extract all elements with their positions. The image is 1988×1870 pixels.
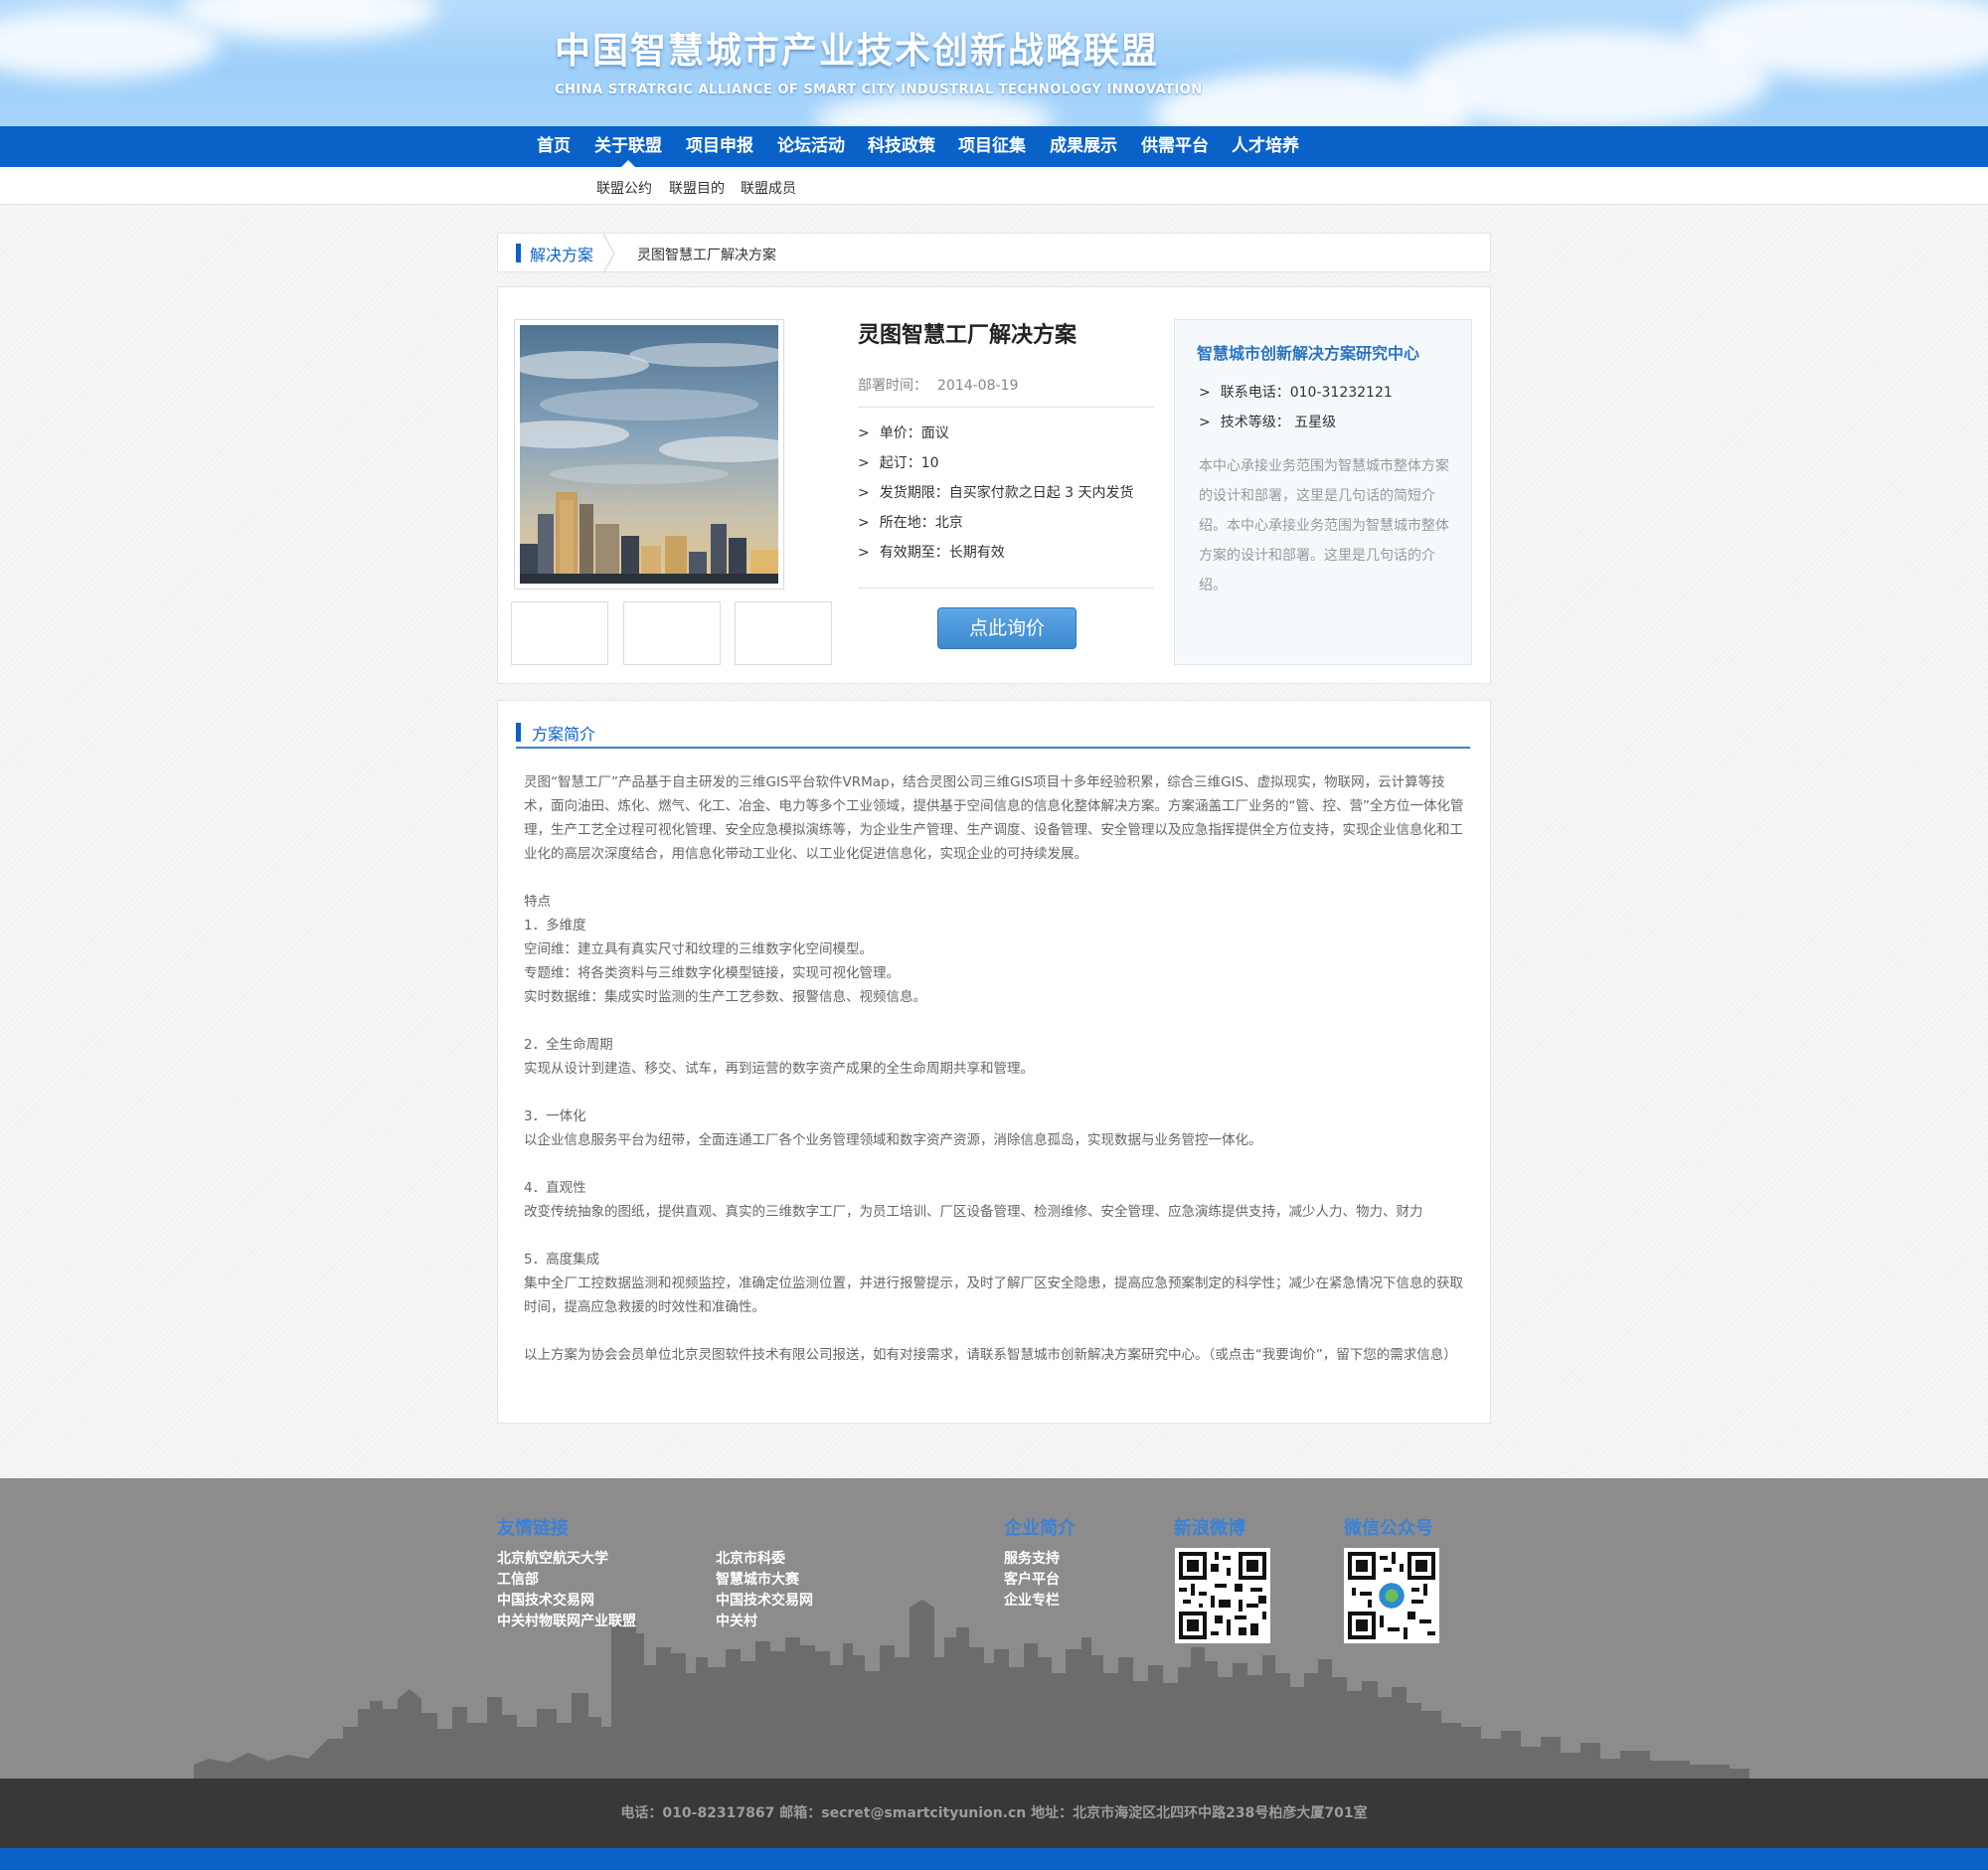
chevron-right-icon: > <box>858 485 870 501</box>
footer-company-link[interactable]: 客户平台 <box>1004 1569 1060 1589</box>
subnav-item-charter[interactable]: 联盟公约 <box>596 178 652 198</box>
spec-delivery-text: 发货期限：自买家付款之日起 3 天内发货 <box>879 485 1134 501</box>
product-date-label: 部署时间： <box>858 378 927 394</box>
footer-link[interactable]: 智慧城市大赛 <box>716 1569 799 1589</box>
spec-valid-until-text: 有效期至：长期有效 <box>879 545 1005 561</box>
chevron-right-icon: > <box>1199 415 1211 430</box>
inquiry-button[interactable]: 点此询价 <box>937 607 1077 649</box>
copyright-bar: 电话：010-82317867 邮箱：secret@smartcityunion… <box>0 1779 1988 1848</box>
breadcrumb-section[interactable]: 解决方案 <box>530 242 593 265</box>
divider <box>516 747 1470 749</box>
product-thumbnail[interactable] <box>735 601 832 665</box>
weibo-qr-code[interactable] <box>1175 1548 1270 1643</box>
research-center-panel: 智慧城市创新解决方案研究中心 > 联系电话：010-31232121 > 技术等级：… <box>1174 319 1472 665</box>
nav-item-results[interactable]: 成果展示 <box>1050 126 1117 167</box>
sub-nav: 联盟公约 联盟目的 联盟成员 <box>0 167 1988 205</box>
footer-link[interactable]: 中国技术交易网 <box>497 1590 594 1610</box>
footer-weibo-title: 新浪微博 <box>1174 1518 1245 1539</box>
product-main-image[interactable] <box>514 319 784 590</box>
breadcrumb: 解决方案 灵图智慧工厂解决方案 <box>497 233 1491 273</box>
footer-company-link[interactable]: 企业专栏 <box>1004 1590 1060 1610</box>
divider <box>858 588 1154 589</box>
spec-delivery: > 发货期限：自买家付款之日起 3 天内发货 <box>858 482 1134 502</box>
nav-item-home[interactable]: 首页 <box>537 126 571 167</box>
spec-location-text: 所在地：北京 <box>879 515 963 531</box>
chevron-right-icon <box>602 234 615 273</box>
section-marker <box>516 244 521 262</box>
footer-link[interactable]: 北京航空航天大学 <box>497 1548 608 1568</box>
footer-link[interactable]: 中关村物联网产业联盟 <box>497 1611 636 1630</box>
site-header: 中国智慧城市产业技术创新战略联盟 CHINA STRATRGIC ALLIANC… <box>0 0 1988 126</box>
footer-link[interactable]: 中国技术交易网 <box>716 1590 813 1610</box>
chevron-right-icon: > <box>858 455 870 471</box>
nav-item-policy[interactable]: 科技政策 <box>868 126 935 167</box>
cloud-decoration <box>179 0 437 40</box>
footer-wechat-title: 微信公众号 <box>1344 1518 1433 1539</box>
product-thumbnail[interactable] <box>623 601 721 665</box>
solution-intro-panel: 方案简介 灵图“智慧工厂”产品基于自主研发的三维GIS平台软件VRMap，结合灵… <box>497 700 1491 1424</box>
footer-link[interactable]: 北京市科委 <box>716 1548 785 1568</box>
nav-item-projects[interactable]: 项目申报 <box>686 126 753 167</box>
footer-company-link[interactable]: 服务支持 <box>1004 1548 1060 1568</box>
chevron-right-icon: > <box>1199 385 1211 401</box>
page: 中国智慧城市产业技术创新战略联盟 CHINA STRATRGIC ALLIANC… <box>0 0 1988 1870</box>
intro-body-text: 灵图“智慧工厂”产品基于自主研发的三维GIS平台软件VRMap，结合灵图公司三维… <box>524 774 1464 1363</box>
chevron-right-icon: > <box>858 425 870 441</box>
city-skyline-silhouette <box>194 1600 1749 1779</box>
city-skyline-image <box>520 325 778 584</box>
center-level-text: 技术等级： 五星级 <box>1220 415 1337 430</box>
product-panel: 灵图智慧工厂解决方案 部署时间： 2014-08-19 > 单价：面议 > 起订：10… <box>497 286 1491 684</box>
center-level: > 技术等级： 五星级 <box>1199 412 1336 431</box>
breadcrumb-current: 灵图智慧工厂解决方案 <box>637 248 776 263</box>
product-thumbnail[interactable] <box>511 601 608 665</box>
footer-link[interactable]: 中关村 <box>716 1611 757 1630</box>
research-center-title[interactable]: 智慧城市创新解决方案研究中心 <box>1197 340 1419 364</box>
footer-contact-info: 电话：010-82317867 邮箱：secret@smartcityunion… <box>620 1805 1368 1821</box>
spec-price: > 单价：面议 <box>858 423 949 442</box>
nav-item-collect[interactable]: 项目征集 <box>958 126 1026 167</box>
center-description: 本中心承接业务范围为智慧城市整体方案的设计和部署，这里是几句话的简短介绍。本中心… <box>1199 458 1449 594</box>
spec-valid-until: > 有效期至：长期有效 <box>858 542 1005 562</box>
nav-item-supply[interactable]: 供需平台 <box>1141 126 1209 167</box>
chevron-right-icon: > <box>858 545 870 561</box>
subnav-item-purpose[interactable]: 联盟目的 <box>669 178 725 198</box>
spec-min-order-text: 起订：10 <box>879 455 939 471</box>
nav-item-about[interactable]: 关于联盟 <box>594 126 662 167</box>
cloud-decoration <box>0 10 219 80</box>
cloud-decoration <box>815 94 1054 126</box>
center-phone: > 联系电话：010-31232121 <box>1199 382 1393 402</box>
intro-title: 方案简介 <box>532 725 596 744</box>
footer-link[interactable]: 工信部 <box>497 1569 539 1589</box>
section-marker <box>516 723 521 742</box>
bottom-stripe <box>0 1848 1988 1870</box>
divider <box>858 407 1154 408</box>
product-title: 灵图智慧工厂解决方案 <box>858 323 1077 348</box>
product-date-value: 2014-08-19 <box>937 378 1019 394</box>
subnav-item-members[interactable]: 联盟成员 <box>741 178 796 198</box>
nav-item-forum[interactable]: 论坛活动 <box>777 126 845 167</box>
spec-price-text: 单价：面议 <box>879 425 949 441</box>
wechat-qr-code[interactable] <box>1344 1548 1439 1643</box>
product-date: 部署时间： 2014-08-19 <box>858 375 1018 395</box>
spec-location: > 所在地：北京 <box>858 512 963 532</box>
chevron-right-icon: > <box>858 515 870 531</box>
main-nav: 首页 关于联盟 项目申报 论坛活动 科技政策 项目征集 成果展示 供需平台 人才… <box>0 126 1988 167</box>
site-title: 中国智慧城市产业技术创新战略联盟 <box>555 31 1160 72</box>
site-footer: 友情链接 北京航空航天大学 工信部 中国技术交易网 中关村物联网产业联盟 北京市… <box>0 1478 1988 1779</box>
footer-links-title: 友情链接 <box>497 1518 569 1539</box>
footer-company-title: 企业简介 <box>1004 1518 1076 1539</box>
spec-min-order: > 起订：10 <box>858 452 939 472</box>
nav-item-talent[interactable]: 人才培养 <box>1232 126 1299 167</box>
center-phone-text: 联系电话：010-31232121 <box>1220 385 1393 401</box>
site-subtitle: CHINA STRATRGIC ALLIANCE OF SMART CITY I… <box>555 83 1203 97</box>
